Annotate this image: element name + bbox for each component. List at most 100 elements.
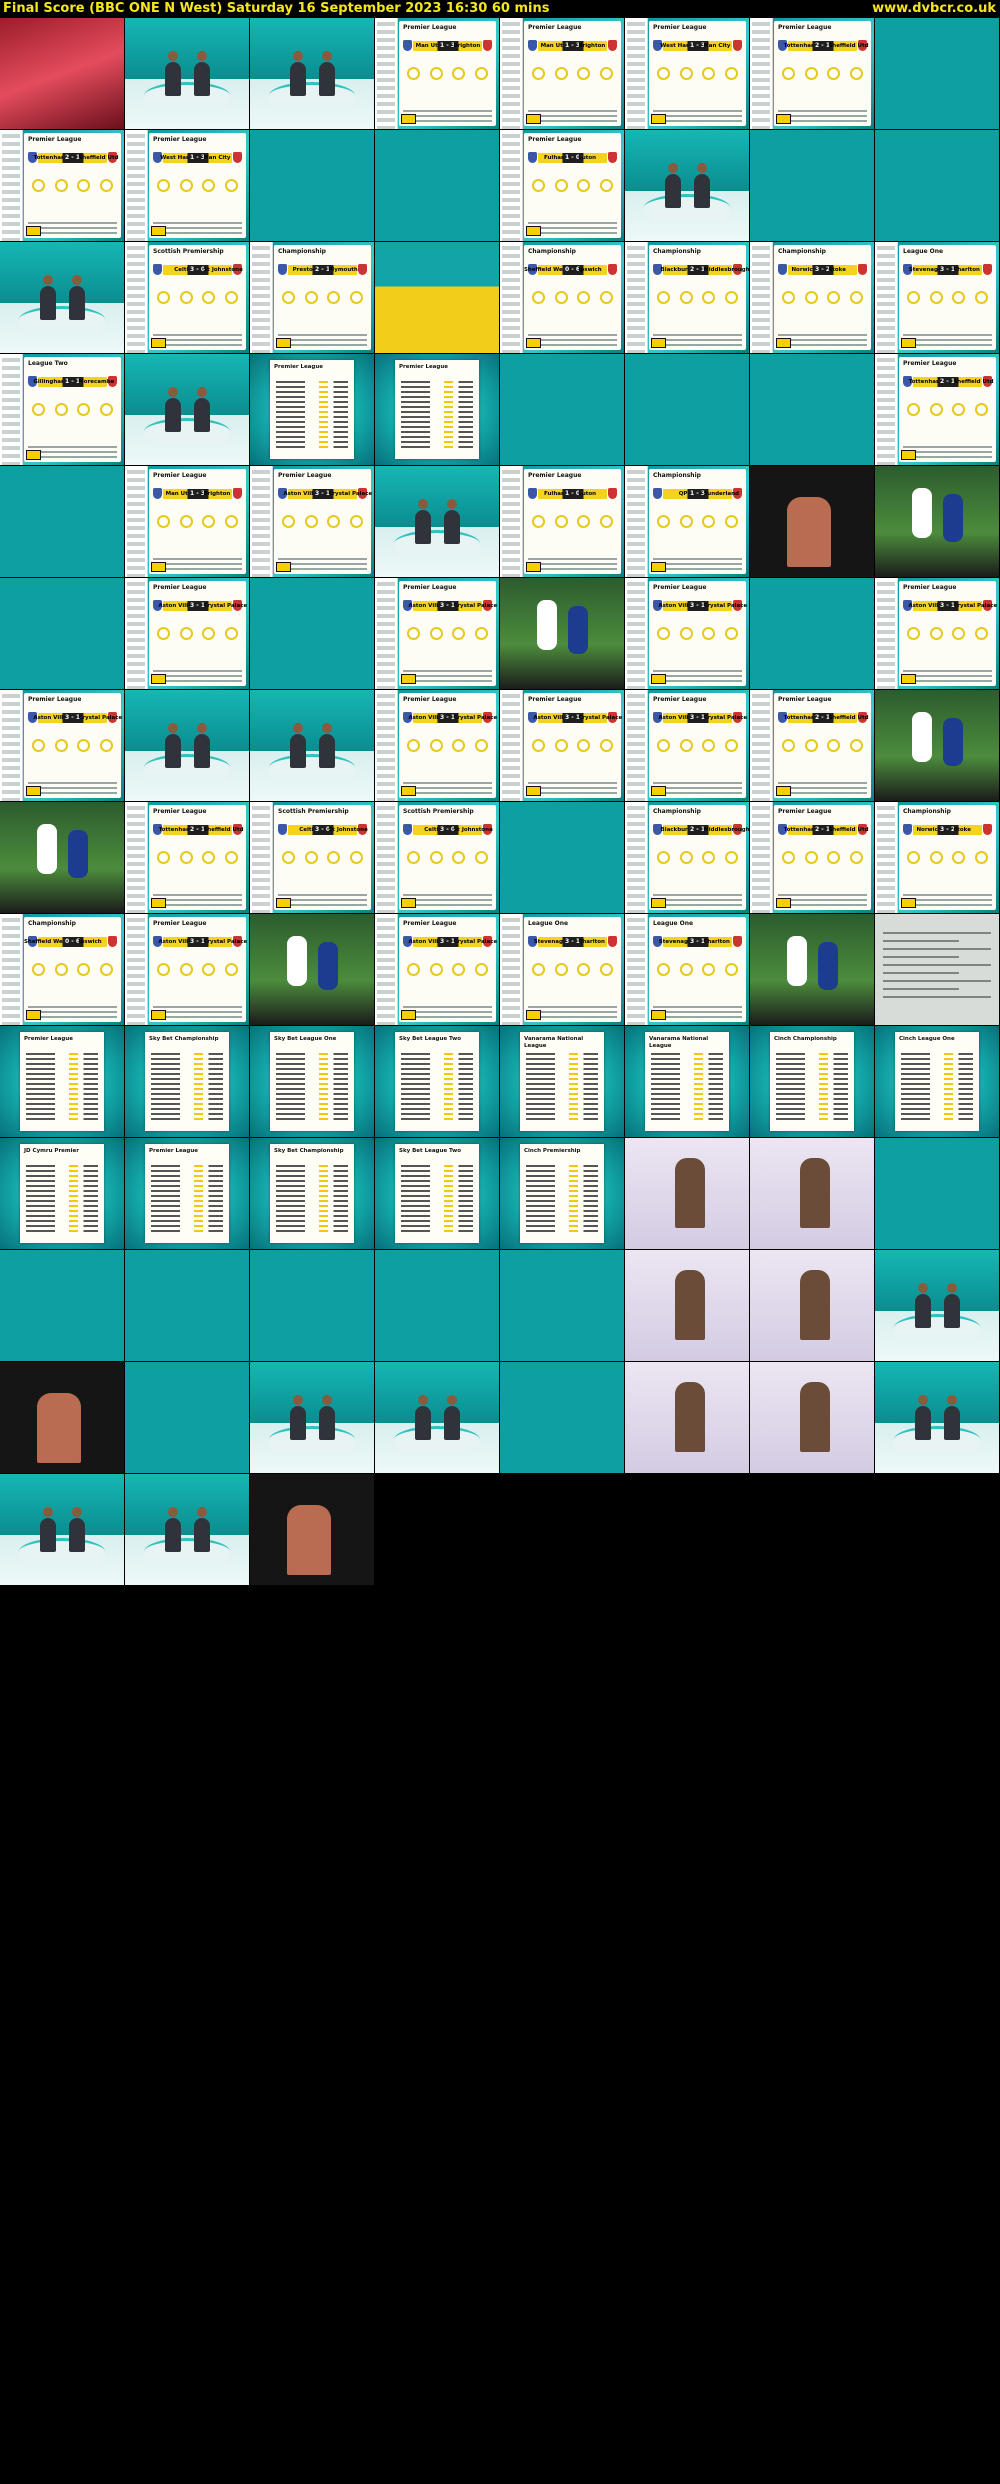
- thumbnail-score[interactable]: Premier League Man Utd 1 - 3 Brighton: [375, 18, 500, 130]
- thumbnail-lilac[interactable]: [750, 1362, 875, 1474]
- thumbnail-interview[interactable]: [500, 1250, 625, 1362]
- thumbnail-table[interactable]: Cinch League One: [875, 1026, 1000, 1138]
- thumbnail-table[interactable]: Sky Bet Championship: [250, 1138, 375, 1250]
- thumbnail-score[interactable]: Premier League Aston Villa 3 - 1 Crystal Pa…: [125, 914, 250, 1026]
- thumbnail-score[interactable]: Premier League West Ham 1 - 3 Man City: [625, 18, 750, 130]
- thumbnail-score[interactable]: Championship Blackburn 2 - 1 Middlesbrough: [625, 242, 750, 354]
- thumbnail-studio[interactable]: [0, 242, 125, 354]
- thumbnail-presenter[interactable]: [875, 130, 1000, 242]
- thumbnail-dark[interactable]: [0, 1362, 125, 1474]
- thumbnail-studio[interactable]: [250, 18, 375, 130]
- thumbnail-lilac[interactable]: [625, 1362, 750, 1474]
- thumbnail-lilac[interactable]: [750, 1250, 875, 1362]
- thumbnail-studio[interactable]: [625, 130, 750, 242]
- thumbnail-score[interactable]: Premier League Tottenham 2 - 1 Sheffield Ut…: [0, 130, 125, 242]
- thumbnail-score[interactable]: League One Stevenage 3 - 1 Charlton: [625, 914, 750, 1026]
- thumbnail-score[interactable]: Premier League Aston Villa 3 - 1 Crystal Pa…: [625, 690, 750, 802]
- thumbnail-score[interactable]: Scottish Premiership Celtic 3 - 0 St Johnst…: [250, 802, 375, 914]
- thumbnail-score[interactable]: Scottish Premiership Celtic 3 - 0 St Johnst…: [375, 802, 500, 914]
- thumbnail-score[interactable]: Championship Sheffield Wed 0 - 6 Ipswich: [500, 242, 625, 354]
- thumbnail-score[interactable]: Premier League Man Utd 1 - 3 Brighton: [500, 18, 625, 130]
- thumbnail-presenter[interactable]: [0, 578, 125, 690]
- thumbnail-score[interactable]: Premier League Tottenham 2 - 1 Sheffield Ut…: [750, 18, 875, 130]
- thumbnail-lilac[interactable]: [750, 1138, 875, 1250]
- thumbnail-table[interactable]: Vanarama National League: [625, 1026, 750, 1138]
- thumbnail-studio[interactable]: [875, 1250, 1000, 1362]
- thumbnail-score[interactable]: Championship Preston 2 - 1 Plymouth: [250, 242, 375, 354]
- thumbnail-score[interactable]: Premier League Aston Villa 3 - 1 Crystal Pa…: [500, 690, 625, 802]
- thumbnail-interview[interactable]: [125, 1250, 250, 1362]
- thumbnail-score[interactable]: Premier League West Ham 1 - 3 Man City: [125, 130, 250, 242]
- thumbnail-score[interactable]: Premier League Tottenham 2 - 1 Sheffield Ut…: [750, 802, 875, 914]
- thumbnail-score[interactable]: Premier League Fulham 1 - 0 Luton: [500, 466, 625, 578]
- thumbnail-score[interactable]: Scottish Premiership Celtic 3 - 0 St Johnst…: [125, 242, 250, 354]
- thumbnail-score[interactable]: Championship Blackburn 2 - 1 Middlesbrough: [625, 802, 750, 914]
- thumbnail-score[interactable]: Premier League Aston Villa 3 - 1 Crystal Pa…: [625, 578, 750, 690]
- thumbnail-studio[interactable]: [250, 1362, 375, 1474]
- thumbnail-score[interactable]: Premier League Aston Villa 3 - 1 Crystal Pa…: [250, 466, 375, 578]
- thumbnail-presenter[interactable]: [750, 130, 875, 242]
- thumbnail-presenter[interactable]: [750, 354, 875, 466]
- thumbnail-score[interactable]: Premier League Aston Villa 3 - 1 Crystal Pa…: [375, 914, 500, 1026]
- thumbnail-score[interactable]: Premier League Aston Villa 3 - 1 Crystal Pa…: [875, 578, 1000, 690]
- thumbnail-score[interactable]: Premier League Tottenham 2 - 1 Sheffield Ut…: [875, 354, 1000, 466]
- site-link[interactable]: www.dvbcr.co.uk: [872, 0, 996, 18]
- thumbnail-table[interactable]: Cinch Premiership: [500, 1138, 625, 1250]
- thumbnail-score[interactable]: Premier League Aston Villa 3 - 1 Crystal Pa…: [125, 578, 250, 690]
- thumbnail-lilac[interactable]: [625, 1138, 750, 1250]
- thumbnail-studio[interactable]: [375, 1362, 500, 1474]
- thumbnail-table[interactable]: Sky Bet Championship: [125, 1026, 250, 1138]
- thumbnail-score[interactable]: League Two Gillingham 1 - 1 Morecambe: [0, 354, 125, 466]
- thumbnail-lilac[interactable]: [625, 1250, 750, 1362]
- thumbnail-presenter[interactable]: [250, 578, 375, 690]
- thumbnail-action[interactable]: [250, 914, 375, 1026]
- thumbnail-action[interactable]: [875, 690, 1000, 802]
- thumbnail-score[interactable]: Premier League Tottenham 2 - 1 Sheffield Ut…: [125, 802, 250, 914]
- thumbnail-yellow[interactable]: [375, 242, 500, 354]
- thumbnail-table[interactable]: Premier League: [250, 354, 375, 466]
- thumbnail-studio[interactable]: [875, 1362, 1000, 1474]
- thumbnail-score[interactable]: League One Stevenage 3 - 1 Charlton: [500, 914, 625, 1026]
- thumbnail-interview[interactable]: [250, 1250, 375, 1362]
- thumbnail-score[interactable]: Championship Norwich 3 - 2 Stoke: [875, 802, 1000, 914]
- thumbnail-table[interactable]: Premier League: [0, 1026, 125, 1138]
- thumbnail-interview[interactable]: [875, 1138, 1000, 1250]
- thumbnail-score[interactable]: Premier League Fulham 1 - 0 Luton: [500, 130, 625, 242]
- thumbnail-presenter[interactable]: [0, 466, 125, 578]
- thumbnail-score[interactable]: Premier League Man Utd 1 - 3 Brighton: [125, 466, 250, 578]
- thumbnail-presenter[interactable]: [375, 1250, 500, 1362]
- thumbnail-studio[interactable]: [0, 1474, 125, 1586]
- thumbnail-score[interactable]: Championship QPR 1 - 3 Sunderland: [625, 466, 750, 578]
- thumbnail-action[interactable]: [500, 578, 625, 690]
- thumbnail-dark[interactable]: [250, 1474, 375, 1586]
- thumbnail-red[interactable]: [0, 18, 125, 130]
- thumbnail-table[interactable]: Sky Bet League One: [250, 1026, 375, 1138]
- thumbnail-action[interactable]: [875, 466, 1000, 578]
- thumbnail-table[interactable]: Vanarama National League: [500, 1026, 625, 1138]
- thumbnail-presenter[interactable]: [750, 578, 875, 690]
- thumbnail-presenter[interactable]: [500, 1362, 625, 1474]
- thumbnail-score[interactable]: Premier League Aston Villa 3 - 1 Crystal Pa…: [375, 690, 500, 802]
- thumbnail-table[interactable]: Cinch Championship: [750, 1026, 875, 1138]
- thumbnail-studio[interactable]: [375, 466, 500, 578]
- thumbnail-studio[interactable]: [250, 690, 375, 802]
- thumbnail-score[interactable]: Championship Norwich 3 - 2 Stoke: [750, 242, 875, 354]
- thumbnail-score[interactable]: Premier League Tottenham 2 - 1 Sheffield Ut…: [750, 690, 875, 802]
- thumbnail-presenter[interactable]: [625, 354, 750, 466]
- thumbnail-studio[interactable]: [125, 18, 250, 130]
- thumbnail-presenter[interactable]: [375, 130, 500, 242]
- thumbnail-action[interactable]: [0, 802, 125, 914]
- thumbnail-presenter[interactable]: [875, 18, 1000, 130]
- thumbnail-presenter[interactable]: [125, 1362, 250, 1474]
- thumbnail-score[interactable]: Championship Sheffield Wed 0 - 6 Ipswich: [0, 914, 125, 1026]
- thumbnail-score[interactable]: Premier League Aston Villa 3 - 1 Crystal Pa…: [375, 578, 500, 690]
- thumbnail-table[interactable]: Premier League: [375, 354, 500, 466]
- thumbnail-action[interactable]: [750, 914, 875, 1026]
- thumbnail-paper[interactable]: [875, 914, 1000, 1026]
- thumbnail-table[interactable]: Sky Bet League Two: [375, 1138, 500, 1250]
- thumbnail-table[interactable]: Sky Bet League Two: [375, 1026, 500, 1138]
- thumbnail-score[interactable]: Premier League Aston Villa 3 - 1 Crystal Pa…: [0, 690, 125, 802]
- thumbnail-table[interactable]: JD Cymru Premier: [0, 1138, 125, 1250]
- thumbnail-presenter[interactable]: [250, 130, 375, 242]
- thumbnail-presenter[interactable]: [500, 802, 625, 914]
